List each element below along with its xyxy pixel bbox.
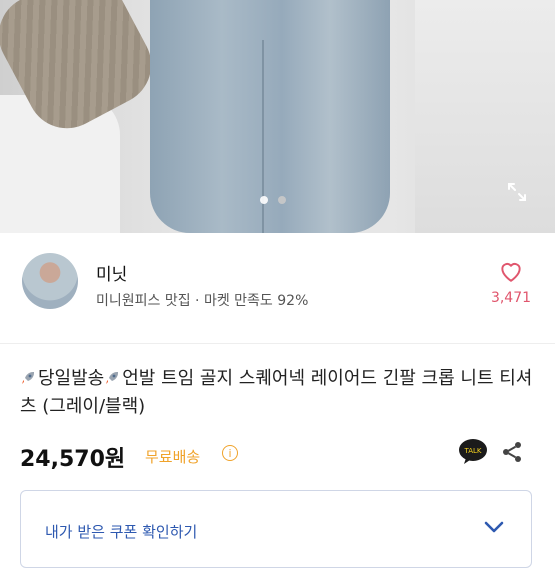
- background-wall: [415, 0, 555, 233]
- likes-count: 3,471: [490, 290, 532, 306]
- pager-dot-active[interactable]: [260, 196, 268, 204]
- heart-outline-icon[interactable]: [498, 259, 524, 283]
- seller-name[interactable]: 미닛: [96, 260, 127, 285]
- rocket-icon: [106, 372, 119, 384]
- talk-text: TALK: [463, 447, 481, 455]
- jeans-seam: [262, 40, 264, 233]
- image-pager: [260, 196, 286, 204]
- product-title-tag: 당일발송: [38, 368, 105, 389]
- seller-subtitle: 미니원피스 맛집 · 마켓 만족도 92%: [96, 293, 309, 309]
- kakaotalk-icon[interactable]: TALK: [458, 438, 488, 466]
- pager-dot[interactable]: [278, 196, 286, 204]
- share-icon[interactable]: [500, 440, 524, 464]
- product-image[interactable]: [0, 0, 555, 233]
- info-icon[interactable]: i: [222, 445, 238, 461]
- free-shipping-label: 무료배송: [145, 448, 201, 466]
- product-title: 당일발송 언발 트임 골지 스퀘어넥 레이어드 긴팔 크롭 니트 티셔츠 (그레…: [20, 365, 540, 421]
- rocket-icon: [22, 372, 34, 384]
- seller-row[interactable]: 미닛 미니원피스 맛집 · 마켓 만족도 92% 3,471: [0, 233, 555, 344]
- coupon-label[interactable]: 내가 받은 쿠폰 확인하기: [45, 521, 197, 542]
- coupon-box[interactable]: 내가 받은 쿠폰 확인하기: [20, 490, 532, 568]
- seller-avatar[interactable]: [22, 253, 78, 309]
- expand-icon[interactable]: [505, 180, 529, 204]
- chevron-down-icon[interactable]: [483, 519, 505, 535]
- product-price: 24,570원: [20, 447, 126, 472]
